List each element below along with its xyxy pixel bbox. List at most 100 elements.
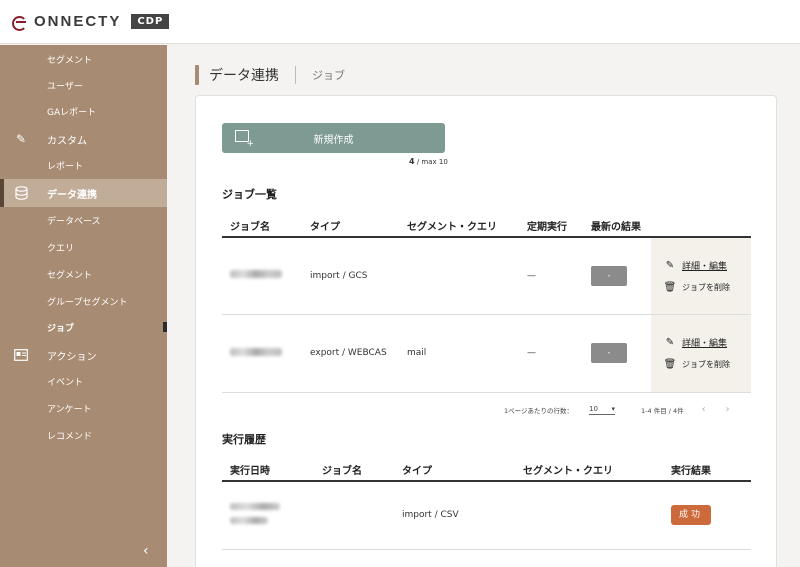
redacted-text — [230, 517, 268, 525]
job-count-max: / max 10 — [416, 158, 448, 166]
new-job-button-label: 新規作成 — [313, 134, 354, 146]
job-count-current: 4 — [409, 157, 415, 166]
sidebar-item-survey[interactable]: アンケート — [0, 401, 167, 415]
sidebar-item-label: GAレポート — [47, 107, 97, 118]
action-card-icon — [14, 348, 28, 362]
sidebar-section-data-integration[interactable]: データ連携 — [0, 179, 167, 207]
page-title[interactable]: データ連携 — [209, 65, 279, 85]
sidebar-item-label: セグメント — [47, 55, 93, 66]
chevron-left-icon[interactable]: ‹ — [143, 543, 149, 559]
col-latest-result: 最新の結果 — [583, 214, 651, 238]
main-card: 新規作成 4 / max 10 ジョブ一覧 ジョブ名 タイプ セグメント・クエリ… — [195, 95, 777, 567]
job-segment-cell: mail — [399, 314, 519, 393]
job-table-header: ジョブ名 タイプ セグメント・クエリ 定期実行 最新の結果 — [222, 214, 751, 238]
edit-link[interactable]: ✎ 詳細・編集 — [663, 336, 751, 349]
sidebar-item-query[interactable]: クエリ — [0, 240, 167, 254]
job-schedule-cell: — — [519, 314, 583, 393]
result-button[interactable]: - — [591, 265, 627, 286]
history-table-header: 実行日時 ジョブ名 タイプ セグメント・クエリ 実行結果 — [222, 458, 751, 482]
sidebar-item-users[interactable]: ユーザー — [0, 78, 167, 92]
new-window-icon — [235, 130, 254, 149]
sidebar-item-label: レポート — [47, 161, 84, 172]
job-actions-cell: ✎ 詳細・編集 🗑 ジョブを削除 — [651, 314, 751, 393]
pencil-icon: ✎ — [665, 259, 675, 271]
sidebar-item-label: ユーザー — [47, 81, 83, 92]
pagination: 1ページあたりの行数： 10 ▾ 1-4 件目 / 4件 ‹ › — [504, 404, 730, 415]
sidebar-item-event[interactable]: イベント — [0, 374, 167, 388]
sidebar-item-label: カスタム — [47, 135, 87, 147]
success-badge[interactable]: 成功 — [671, 505, 711, 526]
sidebar-item-label: データベース — [47, 216, 101, 227]
new-job-button[interactable]: 新規作成 — [222, 123, 445, 153]
delete-job-label: ジョブを削除 — [682, 282, 730, 292]
current-page-marker — [163, 322, 167, 332]
col-executed-at: 実行日時 — [222, 458, 314, 482]
breadcrumb-divider — [295, 66, 296, 84]
top-bar: ONNECTY CDP — [0, 0, 800, 44]
sidebar-item-label: クエリ — [47, 243, 75, 254]
delete-job-link[interactable]: 🗑 ジョブを削除 — [663, 282, 751, 293]
result-button[interactable]: - — [591, 343, 627, 363]
col-execution-result: 実行結果 — [663, 458, 751, 482]
sidebar-item-report[interactable]: レポート — [0, 158, 167, 172]
sidebar-item-segment-2[interactable]: セグメント — [0, 267, 167, 281]
page-range: 1-4 件目 / 4件 — [641, 406, 684, 415]
sidebar-item-ga-report[interactable]: GAレポート — [0, 104, 167, 118]
chevron-right-icon[interactable]: › — [726, 404, 730, 415]
rows-per-page-select[interactable]: 10 ▾ — [589, 404, 616, 415]
table-row: export / WEBCAS mail — - ✎ 詳細・編集 🗑 ジョブを削… — [222, 314, 751, 393]
col-job-name: ジョブ名 — [314, 458, 394, 482]
trash-icon: 🗑 — [663, 359, 677, 370]
sidebar-item-group-segment[interactable]: グループセグメント — [0, 294, 167, 308]
caret-down-icon: ▾ — [611, 404, 616, 413]
rows-per-page-value: 10 — [589, 404, 598, 413]
history-job-name-cell — [314, 481, 394, 550]
database-icon — [14, 186, 28, 200]
job-name-cell[interactable] — [222, 237, 302, 315]
sidebar-item-label: データ連携 — [47, 189, 97, 201]
job-list-title: ジョブ一覧 — [222, 188, 277, 201]
table-row: import / CSV 成功 — [222, 481, 751, 550]
history-segment-cell — [515, 481, 663, 550]
col-segment-query: セグメント・クエリ — [399, 214, 519, 238]
logo-text: ONNECTY — [34, 13, 122, 30]
pencil-icon: ✎ — [665, 337, 675, 348]
job-table: ジョブ名 タイプ セグメント・クエリ 定期実行 最新の結果 import / G… — [222, 214, 751, 393]
col-type: タイプ — [394, 458, 515, 482]
delete-job-link[interactable]: 🗑 ジョブを削除 — [663, 359, 751, 370]
sidebar-item-database[interactable]: データベース — [0, 213, 167, 227]
delete-job-label: ジョブを削除 — [682, 360, 730, 369]
job-schedule-value: — — [527, 270, 536, 281]
cdp-badge: CDP — [131, 14, 170, 29]
col-type: タイプ — [302, 214, 399, 238]
breadcrumb: データ連携 ジョブ — [195, 64, 345, 86]
sidebar-item-job[interactable]: ジョブ — [0, 320, 167, 334]
col-schedule: 定期実行 — [519, 214, 583, 238]
executed-at-cell — [222, 481, 314, 550]
sidebar-item-recommend[interactable]: レコメンド — [0, 428, 167, 442]
job-type-cell: import / GCS — [302, 237, 399, 315]
history-table: 実行日時 ジョブ名 タイプ セグメント・クエリ 実行結果 import / CS… — [222, 458, 751, 550]
sidebar-item-label: レコメンド — [47, 431, 93, 442]
chevron-left-icon[interactable]: ‹ — [702, 404, 706, 415]
job-result-cell: - — [583, 314, 651, 393]
logo[interactable]: ONNECTY CDP — [12, 13, 170, 31]
edit-link[interactable]: ✎ 詳細・編集 — [663, 259, 751, 272]
breadcrumb-current: ジョブ — [312, 69, 345, 82]
job-schedule-value: — — [527, 348, 536, 358]
job-name-cell[interactable] — [222, 314, 302, 393]
sidebar-section-custom[interactable]: ✎ カスタム — [0, 131, 167, 147]
breadcrumb-accent — [195, 65, 199, 85]
col-job-name: ジョブ名 — [222, 214, 302, 238]
sidebar: セグメント ユーザー GAレポート ✎ カスタム レポート データ連携 データベ… — [0, 45, 167, 567]
job-actions-cell: ✎ 詳細・編集 🗑 ジョブを削除 — [651, 237, 751, 315]
history-title: 実行履歴 — [222, 433, 266, 446]
trash-icon: 🗑 — [663, 281, 677, 293]
job-segment-cell — [399, 237, 519, 315]
history-type-cell: import / CSV — [394, 481, 515, 550]
rows-per-page-label: 1ページあたりの行数： — [504, 406, 574, 415]
sidebar-section-action[interactable]: アクション — [0, 347, 167, 363]
table-row: import / GCS — - ✎ 詳細・編集 🗑 ジョブを削除 — [222, 237, 751, 315]
sidebar-item-segment[interactable]: セグメント — [0, 52, 167, 66]
redacted-text — [230, 270, 282, 279]
